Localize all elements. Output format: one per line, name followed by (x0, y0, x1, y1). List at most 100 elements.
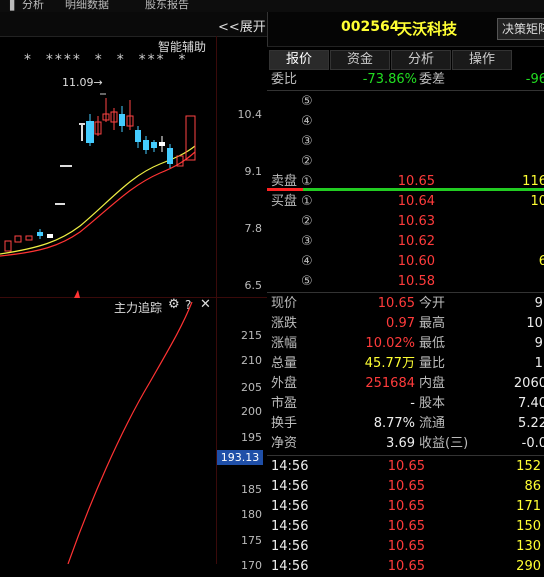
candlestick-chart[interactable] (0, 36, 216, 298)
high-annotation: 11.09→ (62, 76, 103, 89)
level-index: ④ (301, 114, 313, 129)
stat-row: 外盘 251684 内盘 2060 (271, 374, 544, 394)
stat-label: 最高 (419, 316, 446, 331)
stat-value: 3.69 (386, 436, 415, 451)
indicator-tick: 200 (241, 405, 262, 418)
indicator-current-value: 193.13 (217, 450, 263, 465)
stat-value: - (410, 396, 415, 411)
stat-value: 0.97 (386, 316, 415, 331)
buy-row[interactable]: ④ 10.60 6 (271, 252, 544, 272)
buy-price: 10.63 (397, 214, 435, 229)
buy-volume: 10 (530, 194, 544, 209)
tick-row: 14:56 10.65 130 (271, 537, 544, 557)
stat-value: 1. (534, 356, 544, 371)
weicha-value: -96 (525, 72, 544, 87)
tick-time: 14:56 (271, 479, 309, 494)
top-toolbar-item[interactable]: 股东报告 (145, 0, 189, 12)
level-index: ② (301, 154, 313, 169)
sell-row[interactable]: ⑤ (271, 92, 544, 112)
stat-value: 251684 (365, 376, 415, 391)
buy-row[interactable]: 买盘 ① 10.64 10 (271, 192, 544, 212)
tick-volume: 130 (516, 539, 541, 554)
tick-volume: 290 (516, 559, 541, 574)
tick-volume: 86 (524, 479, 541, 494)
tick-price: 10.65 (387, 539, 425, 554)
tick-row: 14:56 10.65 171 (271, 497, 544, 517)
price-tick: 7.8 (244, 222, 263, 235)
tab-analysis[interactable]: 分析 (391, 50, 451, 70)
tick-row: 14:56 10.65 150 (271, 517, 544, 537)
stat-value: 5.22 (518, 416, 544, 431)
stat-row: 涨跌 0.97 最高 10. (271, 314, 544, 334)
tick-volume: 150 (516, 519, 541, 534)
buy-volume: 6 (538, 254, 544, 269)
top-toolbar-item[interactable]: ▌ 分析 (10, 0, 44, 12)
tick-time: 14:56 (271, 559, 309, 574)
stat-label: 涨跌 (271, 316, 298, 331)
tick-time: 14:56 (271, 459, 309, 474)
stat-label: 市盈 (271, 396, 298, 411)
stat-value: 7.40 (518, 396, 544, 411)
sell-row[interactable]: ④ (271, 112, 544, 132)
sell-row[interactable]: ③ (271, 132, 544, 152)
stock-code: 002564 (341, 19, 400, 35)
buy-price: 10.64 (397, 194, 435, 209)
level-index: ⑤ (301, 274, 313, 289)
stat-value: 8.77% (373, 416, 415, 431)
tick-price: 10.65 (387, 519, 425, 534)
stat-row: 市盈 - 股本 7.40 (271, 394, 544, 414)
buy-row[interactable]: ⑤ 10.58 (271, 272, 544, 292)
stat-value: 2060 (513, 376, 544, 391)
indicator-line (67, 302, 193, 564)
indicator-tick: 185 (241, 483, 262, 496)
stat-value: 9. (534, 336, 544, 351)
tab-operation[interactable]: 操作 (452, 50, 512, 70)
weicha-label: 委差 (419, 72, 446, 87)
indicator-tick: 215 (241, 329, 262, 342)
decision-matrix-button[interactable]: 决策矩阵 (497, 18, 544, 40)
tick-row: 14:56 10.65 290 (271, 557, 544, 577)
level-index: ② (301, 214, 313, 229)
indicator-chart[interactable] (0, 302, 216, 564)
separator-red (267, 188, 303, 191)
tab-quote[interactable]: 报价 (269, 50, 329, 70)
top-toolbar-strip: ▌ 分析 明细数据 股东报告 (0, 0, 544, 12)
divider (267, 292, 544, 293)
expand-button[interactable]: <<展开 (218, 16, 266, 35)
level-index: ① (301, 194, 313, 209)
top-toolbar-item[interactable]: 明细数据 (65, 0, 109, 12)
stat-label: 收益(三) (419, 436, 469, 451)
tick-price: 10.65 (387, 559, 425, 574)
chart-panel: <<展开 智能辅助 * **** * * *** * 10.4 9.1 7.8 … (0, 12, 267, 572)
sell-row[interactable]: ② (271, 152, 544, 172)
stock-name: 天沃科技 (397, 20, 458, 38)
indicator-tick: 175 (241, 534, 262, 547)
level-index: ④ (301, 254, 313, 269)
price-tick: 10.4 (237, 108, 263, 121)
tick-time: 14:56 (271, 539, 309, 554)
divider (267, 455, 544, 456)
price-tick: 6.5 (244, 279, 263, 292)
indicator-tick: 170 (241, 559, 262, 572)
tick-row: 14:56 10.65 152 (271, 457, 544, 477)
stat-label: 现价 (271, 296, 298, 311)
level-index: ⑤ (301, 94, 313, 109)
tick-price: 10.65 (387, 459, 425, 474)
buy-row[interactable]: ③ 10.62 (271, 232, 544, 252)
buy-price: 10.60 (397, 254, 435, 269)
quote-panel: 002564 天沃科技 决策矩阵 报价 资金 分析 操作 委比 -73.86% … (267, 12, 544, 574)
stat-row: 涨幅 10.02% 最低 9. (271, 334, 544, 354)
indicator-tick: 180 (241, 508, 262, 521)
stat-label: 流通 (419, 416, 446, 431)
stat-label: 股本 (419, 396, 446, 411)
stat-label: 量比 (419, 356, 446, 371)
tab-funds[interactable]: 资金 (330, 50, 390, 70)
high-value: 11.09 (62, 76, 94, 89)
tick-volume: 152 (516, 459, 541, 474)
stat-row: 总量 45.77万量比 1. (271, 354, 544, 374)
level-index: ③ (301, 234, 313, 249)
stat-label: 换手 (271, 416, 298, 431)
separator-green (303, 188, 544, 191)
weibi-row: 委比 -73.86% 委差 -96 (271, 70, 544, 90)
buy-row[interactable]: ② 10.63 (271, 212, 544, 232)
